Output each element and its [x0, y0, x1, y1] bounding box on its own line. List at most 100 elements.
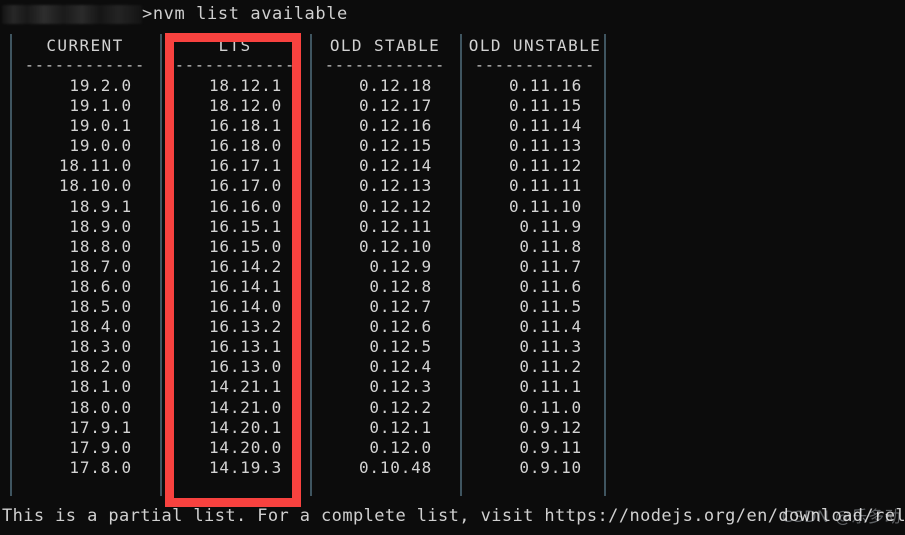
version-cell: 18.1.0	[69, 377, 132, 397]
version-cell: 0.12.12	[358, 196, 432, 216]
version-cell: 0.11.8	[519, 236, 582, 256]
column-header: CURRENT	[46, 36, 124, 55]
version-cell: 0.11.1	[519, 377, 582, 397]
version-cell: 18.7.0	[69, 256, 132, 276]
version-cell: 18.0.0	[69, 397, 132, 417]
column-header-underline: ------------	[174, 56, 296, 74]
version-cell: 14.21.1	[208, 377, 282, 397]
version-cell: 18.2.0	[69, 357, 132, 377]
version-cell: 0.11.12	[508, 156, 582, 176]
version-cell: 0.12.13	[358, 176, 432, 196]
version-cell: 0.11.15	[508, 96, 582, 116]
version-cell: 0.12.4	[369, 357, 432, 377]
version-cell: 0.11.0	[519, 397, 582, 417]
version-cell: 0.9.10	[519, 457, 582, 477]
version-cell: 14.21.0	[208, 397, 282, 417]
version-cell: 18.12.1	[208, 76, 282, 95]
version-cell: 18.5.0	[69, 297, 132, 317]
version-list: 0.11.16 0.11.15 0.11.14 0.11.13 0.11.12 0.11.…	[460, 76, 610, 478]
version-cell: 0.12.18	[358, 76, 432, 95]
version-cell: 0.12.0	[369, 437, 432, 457]
terminal-window: C:\Users\████████>nvm list available CUR…	[0, 0, 905, 535]
version-cell: 0.11.16	[508, 76, 582, 95]
version-cell: 0.11.5	[519, 297, 582, 317]
partial-list-note: This is a partial list. For a complete l…	[2, 506, 905, 526]
column-header: OLD UNSTABLE	[468, 36, 602, 55]
version-cell: 0.12.8	[369, 276, 432, 296]
prompt-separator: >	[142, 4, 153, 24]
version-cell: 16.18.1	[208, 116, 282, 136]
version-cell: 0.12.1	[369, 417, 432, 437]
version-cell: 0.11.2	[519, 357, 582, 377]
version-cell: 0.12.14	[358, 156, 432, 176]
version-cell: 16.17.0	[208, 176, 282, 196]
version-cell: 17.8.0	[69, 457, 132, 477]
version-cell: 19.1.0	[69, 96, 132, 116]
version-cell: 0.11.14	[508, 116, 582, 136]
version-cell: 18.8.0	[69, 236, 132, 256]
column-header-underline: ------------	[324, 56, 446, 74]
typed-command: nvm list available	[152, 4, 348, 24]
version-cell: 16.13.0	[208, 357, 282, 377]
version-cell: 0.12.11	[358, 216, 432, 236]
version-cell: 16.14.2	[208, 256, 282, 276]
redacted-prompt-path: C:\Users\████████	[2, 4, 142, 24]
version-cell: 18.9.1	[69, 196, 132, 216]
version-list: 19.2.0 19.1.0 19.0.1 19.0.0 18.11.0 18.10.0 18…	[10, 76, 160, 478]
version-cell: 0.11.11	[508, 176, 582, 196]
version-cell: 17.9.1	[69, 417, 132, 437]
version-cell: 0.11.6	[519, 276, 582, 296]
column-header-underline: ------------	[24, 56, 146, 74]
version-cell: 0.12.7	[369, 297, 432, 317]
version-cell: 14.20.0	[208, 437, 282, 457]
version-cell: 16.18.0	[208, 136, 282, 156]
version-cell: 17.9.0	[69, 437, 132, 457]
version-cell: 18.9.0	[69, 216, 132, 236]
version-cell: 19.0.0	[69, 136, 132, 156]
version-cell: 16.13.2	[208, 317, 282, 337]
version-cell: 0.12.3	[369, 377, 432, 397]
version-cell: 18.10.0	[58, 176, 132, 196]
version-cell: 18.4.0	[69, 317, 132, 337]
version-cell: 0.11.9	[519, 216, 582, 236]
version-cell: 0.12.10	[358, 236, 432, 256]
column-header: LTS	[218, 36, 252, 55]
version-cell: 0.11.4	[519, 317, 582, 337]
version-cell: 0.12.16	[358, 116, 432, 136]
table-column-old-unstable: OLD UNSTABLE ------------ 0.11.16 0.11.15 0.…	[460, 34, 610, 478]
version-cell: 18.11.0	[58, 156, 132, 176]
table-column-current: CURRENT ------------ 19.2.0 19.1.0 19.0.1 19.…	[10, 34, 160, 478]
version-cell: 0.11.7	[519, 256, 582, 276]
version-cell: 19.2.0	[69, 76, 132, 95]
version-cell: 0.11.13	[508, 136, 582, 156]
version-cell: 0.10.48	[358, 457, 432, 477]
version-cell: 14.20.1	[208, 417, 282, 437]
version-cell: 16.16.0	[208, 196, 282, 216]
version-cell: 0.12.15	[358, 136, 432, 156]
column-header-underline: ------------	[474, 56, 596, 74]
version-cell: 0.12.9	[369, 256, 432, 276]
version-cell: 19.0.1	[69, 116, 132, 136]
command-prompt-line: C:\Users\████████>nvm list available	[0, 0, 905, 28]
version-list: 0.12.18 0.12.17 0.12.16 0.12.15 0.12.14 0.12.…	[310, 76, 460, 478]
version-cell: 16.14.0	[208, 297, 282, 317]
version-cell: 16.17.1	[208, 156, 282, 176]
version-cell: 16.13.1	[208, 337, 282, 357]
version-cell: 14.19.3	[208, 457, 282, 477]
version-cell: 0.12.17	[358, 96, 432, 116]
table-column-old-stable: OLD STABLE ------------ 0.12.18 0.12.17 0.12…	[310, 34, 460, 478]
version-list: 18.12.1 18.12.0 16.18.1 16.18.0 16.17.1 16.17…	[160, 76, 310, 478]
version-cell: 0.9.12	[519, 417, 582, 437]
version-cell: 16.14.1	[208, 276, 282, 296]
version-cell: 16.15.1	[208, 216, 282, 236]
version-cell: 0.12.6	[369, 317, 432, 337]
version-cell: 0.11.3	[519, 337, 582, 357]
version-cell: 18.12.0	[208, 96, 282, 116]
csdn-watermark: CSDN @乐多动	[781, 507, 901, 526]
version-cell: 0.12.2	[369, 397, 432, 417]
table-column-lts: LTS ------------ 18.12.1 18.12.0 16.18.1 16.1…	[160, 34, 310, 478]
version-cell: 18.3.0	[69, 337, 132, 357]
column-header: OLD STABLE	[329, 36, 441, 55]
version-cell: 0.9.11	[519, 437, 582, 457]
version-cell: 0.11.10	[508, 196, 582, 216]
